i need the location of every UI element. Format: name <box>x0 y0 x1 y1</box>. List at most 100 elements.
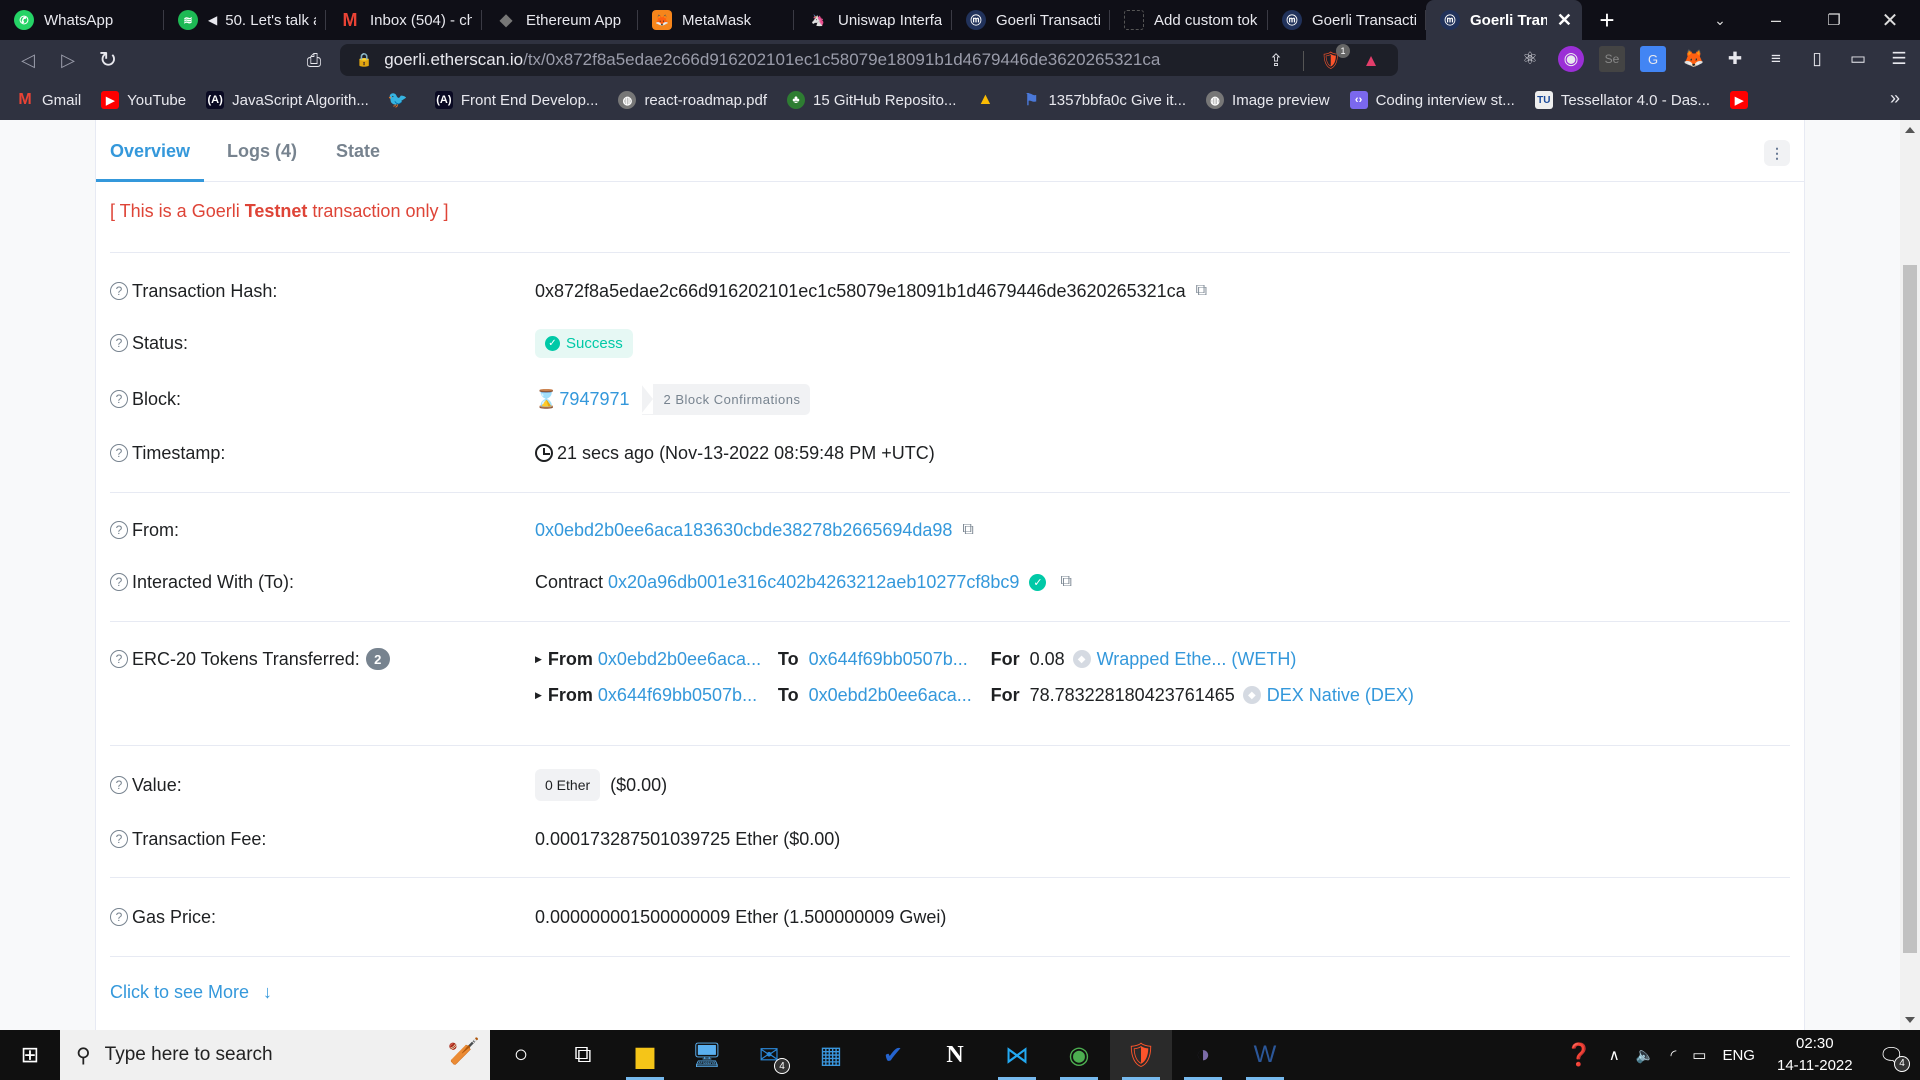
tray-overflow-chevron-icon[interactable]: ∧ <box>1609 1046 1620 1064</box>
caret-right-icon[interactable]: ▶ <box>535 690 542 701</box>
word-icon[interactable]: W <box>1234 1030 1296 1080</box>
taskbar-clock[interactable]: 02:30 14-11-2022 <box>1777 1033 1853 1077</box>
browser-tab-ethereum-app[interactable]: ◆ Ethereum App <box>482 0 638 40</box>
tab-search-chevron-icon[interactable]: ⌄ <box>1692 0 1748 40</box>
transfer-to-link[interactable]: 0x0ebd2b0ee6aca... <box>809 685 981 706</box>
bookmark-youtube-2[interactable]: ▶ <box>1730 91 1756 109</box>
tab-state[interactable]: State <box>322 120 394 182</box>
token-link[interactable]: DEX Native (DEX) <box>1267 685 1414 706</box>
block-number-link[interactable]: 7947971 <box>559 389 629 410</box>
minimize-button[interactable]: – <box>1748 0 1804 40</box>
bookmark-give-it[interactable]: ⚑ 1357bbfa0c Give it... <box>1022 91 1186 110</box>
bookmark-coding-interview[interactable]: ‹› Coding interview st... <box>1349 91 1515 109</box>
bookmark-youtube[interactable]: ▶ YouTube <box>101 91 186 109</box>
transfer-from-link[interactable]: 0x644f69bb0507b... <box>598 685 768 706</box>
copy-icon[interactable]: ⧉ <box>962 521 973 539</box>
wifi-icon[interactable]: ◜ <box>1670 1046 1676 1064</box>
browser-tab-whatsapp[interactable]: ✆ WhatsApp <box>0 0 164 40</box>
bookmark-image-preview[interactable]: ◍ Image preview <box>1206 91 1330 109</box>
volume-icon[interactable]: 🔈 <box>1636 1046 1655 1064</box>
copy-icon[interactable]: ⧉ <box>1060 573 1071 591</box>
vscode-icon[interactable]: ⋈ <box>986 1030 1048 1080</box>
contract-address-link[interactable]: 0x20a96db001e316c402b4263212aeb10277cf8b… <box>608 572 1019 593</box>
wallet-icon[interactable]: ▭ <box>1845 46 1871 72</box>
brave-rewards-icon[interactable]: ▲ <box>1358 48 1384 74</box>
close-tab-icon[interactable]: ✕ <box>1547 10 1572 31</box>
battery-icon[interactable]: ▭ <box>1692 1046 1706 1064</box>
bookmark-react-roadmap[interactable]: ◍ react-roadmap.pdf <box>618 91 767 109</box>
bookmark-front-end[interactable]: (A) Front End Develop... <box>434 91 598 109</box>
help-icon[interactable]: ? <box>110 390 128 408</box>
help-icon[interactable]: ? <box>110 650 128 668</box>
bookmarks-overflow-button[interactable]: » <box>1890 88 1900 109</box>
scroll-down-arrow[interactable] <box>1905 1017 1915 1023</box>
extension-purple-icon[interactable]: ◉ <box>1558 46 1584 72</box>
transfer-from-link[interactable]: 0x0ebd2b0ee6aca... <box>598 649 768 670</box>
close-window-button[interactable]: ✕ <box>1862 0 1918 40</box>
eclipse-icon[interactable]: ◑ <box>1172 1030 1234 1080</box>
see-more-link[interactable]: Click to see More ↓ <box>110 982 272 1003</box>
address-bar[interactable]: 🔒 goerli.etherscan.io /tx/0x872f8a5edae2… <box>340 44 1398 76</box>
scroll-up-arrow[interactable] <box>1905 127 1915 133</box>
extensions-puzzle-icon[interactable]: ✚ <box>1722 46 1748 72</box>
remote-desktop-icon[interactable]: 🖥 <box>676 1030 738 1080</box>
media-control-icon[interactable]: ≡ <box>1763 46 1789 72</box>
sidebar-icon[interactable]: ▯ <box>1804 46 1830 72</box>
help-icon[interactable]: ? <box>110 908 128 926</box>
browser-tab-goerli-1[interactable]: ⓜ Goerli Transactio <box>952 0 1110 40</box>
browser-tab-gmail[interactable]: M Inbox (504) - cha <box>326 0 482 40</box>
help-icon[interactable]: ? <box>110 830 128 848</box>
menu-icon[interactable]: ☰ <box>1886 46 1912 72</box>
browser-tab-spotify[interactable]: ≋ ◀ 50. Let's talk a <box>164 0 326 40</box>
forward-button[interactable]: ▷ <box>48 40 88 80</box>
tab-logs[interactable]: Logs (4) <box>213 120 311 182</box>
help-icon[interactable]: ? <box>110 776 128 794</box>
back-button[interactable]: ◁ <box>8 40 48 80</box>
bookmark-twitter[interactable]: 🐦 <box>388 91 415 109</box>
brave-icon[interactable]: 🛡 <box>1110 1030 1172 1080</box>
scrollbar-thumb[interactable] <box>1903 265 1917 953</box>
google-translate-icon[interactable]: G <box>1640 46 1666 72</box>
language-indicator[interactable]: ENG <box>1722 1047 1755 1064</box>
more-options-button[interactable]: ⋮ <box>1764 140 1790 166</box>
browser-tab-add-custom-token[interactable]: Add custom toke <box>1110 0 1268 40</box>
taskbar-search-box[interactable]: ⚲ Type here to search 🏏 <box>60 1030 490 1080</box>
cortana-icon[interactable]: ○ <box>490 1030 552 1080</box>
speaker-icon[interactable]: ◀ <box>208 13 217 27</box>
bookmark-gmail[interactable]: M Gmail <box>16 91 81 109</box>
help-icon[interactable]: ? <box>110 521 128 539</box>
transfer-to-link[interactable]: 0x644f69bb0507b... <box>809 649 981 670</box>
help-icon[interactable]: ? <box>110 444 128 462</box>
page-scrollbar[interactable] <box>1900 120 1920 1030</box>
share-icon[interactable]: ⇪ <box>1263 48 1289 74</box>
bookmark-github-repos[interactable]: ♣ 15 GitHub Reposito... <box>787 91 956 109</box>
copy-icon[interactable]: ⧉ <box>1196 282 1207 300</box>
windows-start-button[interactable]: ⊞ <box>0 1030 60 1080</box>
new-tab-button[interactable]: + <box>1582 5 1632 36</box>
token-link[interactable]: Wrapped Ethe... (WETH) <box>1097 649 1297 670</box>
react-devtools-icon[interactable]: ⚛ <box>1517 46 1543 72</box>
selenium-icon[interactable]: Se <box>1599 46 1625 72</box>
caret-right-icon[interactable]: ▶ <box>535 654 542 665</box>
help-icon[interactable]: ? <box>110 282 128 300</box>
bookmark-js-algorithms[interactable]: (A) JavaScript Algorith... <box>206 91 369 109</box>
file-explorer-icon[interactable]: ▆ <box>614 1030 676 1080</box>
browser-tab-goerli-active[interactable]: ⓜ Goerli Transa ✕ <box>1426 0 1582 40</box>
mail-icon[interactable]: ✉ 4 <box>738 1030 800 1080</box>
browser-tab-goerli-2[interactable]: ⓜ Goerli Transactio <box>1268 0 1426 40</box>
browser-tab-uniswap[interactable]: 🦄 Uniswap Interfac <box>794 0 952 40</box>
brave-shield-icon[interactable]: 🛡 1 <box>1318 44 1350 74</box>
from-address-link[interactable]: 0x0ebd2b0ee6aca183630cbde38278b2665694da… <box>535 520 952 541</box>
browser-tab-metamask[interactable]: 🦊 MetaMask <box>638 0 794 40</box>
todo-icon[interactable]: ✔ <box>862 1030 924 1080</box>
help-icon[interactable]: ? <box>110 573 128 591</box>
bookmark-tessellator[interactable]: TU Tessellator 4.0 - Das... <box>1534 91 1710 109</box>
help-icon[interactable]: ? <box>110 334 128 352</box>
bookmark-google-drive[interactable]: ▲ <box>976 91 1002 109</box>
restore-button[interactable]: ❐ <box>1806 0 1862 40</box>
notion-icon[interactable]: N <box>924 1030 986 1080</box>
action-center-icon[interactable]: 🗨 4 <box>1879 1043 1910 1072</box>
calendar-icon[interactable]: ▦ <box>800 1030 862 1080</box>
metamask-icon[interactable]: 🦊 <box>1681 46 1707 72</box>
task-view-icon[interactable]: ⧉ <box>552 1030 614 1080</box>
